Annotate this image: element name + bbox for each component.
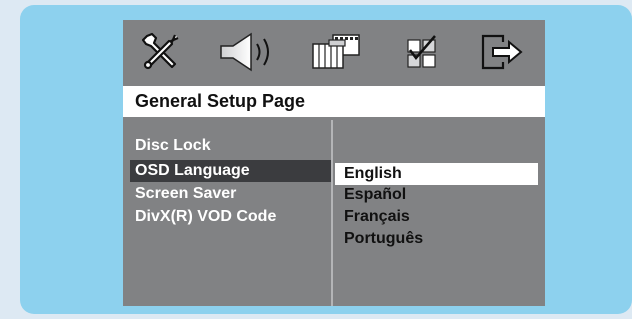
- menu-item-label: Screen Saver: [135, 185, 237, 202]
- menu-item-label: OSD Language: [135, 162, 250, 179]
- page-title: General Setup Page: [135, 91, 306, 111]
- setup-icon-bar: [123, 20, 545, 84]
- menu-item-osd-language[interactable]: OSD Language: [130, 160, 331, 182]
- preference-checkbox-icon[interactable]: [405, 30, 439, 74]
- page-title-bar: General Setup Page: [123, 86, 545, 117]
- option-label: Español: [344, 186, 407, 203]
- option-espanol[interactable]: Español: [344, 184, 406, 206]
- video-film-icon[interactable]: [311, 30, 363, 74]
- option-english[interactable]: English: [335, 163, 538, 185]
- option-portugues[interactable]: Português: [344, 228, 423, 250]
- option-label: English: [344, 165, 402, 182]
- column-divider: [331, 120, 333, 306]
- menu-item-screen-saver[interactable]: Screen Saver: [135, 183, 236, 205]
- general-setup-tools-icon[interactable]: [139, 30, 183, 74]
- menu-item-divx-vod-code[interactable]: DivX(R) VOD Code: [135, 206, 276, 228]
- menu-item-disc-lock[interactable]: Disc Lock: [135, 135, 211, 157]
- option-francais[interactable]: Français: [344, 206, 410, 228]
- menu-item-label: DivX(R) VOD Code: [135, 208, 277, 225]
- osd-menu: General Setup Page Disc Lock OSD Languag…: [123, 20, 545, 306]
- menu-item-label: Disc Lock: [135, 137, 211, 154]
- audio-speaker-icon[interactable]: [219, 30, 281, 74]
- option-label: Français: [344, 208, 410, 225]
- option-label: Português: [344, 230, 424, 247]
- exit-arrow-icon[interactable]: [479, 30, 525, 74]
